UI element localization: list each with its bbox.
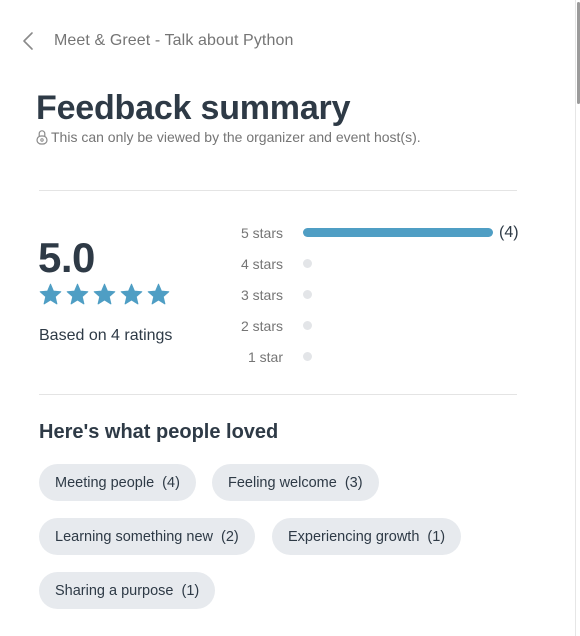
distribution-label: 5 stars [240, 224, 283, 241]
divider [39, 190, 517, 191]
rating-distribution: 5 stars (4) 4 stars 3 stars 2 stars 1 star [230, 217, 530, 372]
distribution-count: (4) [499, 223, 519, 241]
distribution-empty-dot [303, 352, 312, 361]
star-icon [93, 283, 116, 306]
divider [39, 394, 517, 395]
star-icon [39, 283, 62, 306]
chip-label: Experiencing growth [288, 528, 420, 545]
star-icon [147, 283, 170, 306]
loved-heading: Here's what people loved [39, 421, 279, 443]
loved-chip[interactable]: Feeling welcome (3) [212, 464, 379, 501]
event-title-link[interactable]: Meet & Greet - Talk about Python [54, 32, 293, 50]
chip-label: Meeting people [55, 474, 155, 491]
chip-count: (3) [344, 474, 363, 491]
chip-label: Learning something new [55, 528, 213, 545]
loved-chip[interactable]: Meeting people (4) [39, 464, 196, 501]
chip-count: (1) [427, 528, 446, 545]
lock-icon [36, 129, 48, 145]
distribution-track [303, 290, 493, 299]
distribution-row: 3 stars [230, 279, 530, 310]
distribution-empty-dot [303, 321, 312, 330]
privacy-note: This can only be viewed by the organizer… [36, 129, 421, 145]
distribution-label: 4 stars [240, 255, 283, 272]
chevron-left-icon[interactable] [20, 31, 36, 51]
distribution-row: 5 stars (4) [230, 217, 530, 248]
chip-count: (4) [162, 474, 180, 491]
average-rating: 5.0 [38, 234, 95, 281]
distribution-label: 1 star [247, 348, 283, 365]
distribution-empty-dot [303, 290, 312, 299]
distribution-label: 3 stars [240, 286, 283, 303]
ratings-count: Based on 4 ratings [39, 327, 173, 344]
distribution-row: 2 stars [230, 310, 530, 341]
star-rating [39, 283, 174, 306]
distribution-label: 2 stars [240, 317, 283, 334]
star-icon [120, 283, 143, 306]
back-navigation: Meet & Greet - Talk about Python [20, 30, 293, 52]
distribution-track [303, 228, 493, 237]
loved-chip[interactable]: Experiencing growth (1) [272, 518, 462, 555]
loved-chip[interactable]: Sharing a purpose (1) [39, 572, 216, 609]
loved-chip[interactable]: Learning something new (2) [39, 518, 255, 555]
privacy-note-text: This can only be viewed by the organizer… [51, 129, 421, 145]
distribution-track [303, 321, 493, 330]
page-title: Feedback summary [36, 89, 351, 127]
chip-count: (1) [181, 582, 200, 599]
distribution-track [303, 352, 493, 361]
distribution-row: 1 star [230, 341, 530, 372]
distribution-empty-dot [303, 259, 312, 268]
chip-label: Feeling welcome [228, 474, 337, 491]
chip-label: Sharing a purpose [55, 582, 174, 599]
distribution-bar [303, 228, 493, 237]
chip-count: (2) [221, 528, 239, 545]
distribution-track [303, 259, 493, 268]
star-icon [66, 283, 89, 306]
distribution-row: 4 stars [230, 248, 530, 279]
